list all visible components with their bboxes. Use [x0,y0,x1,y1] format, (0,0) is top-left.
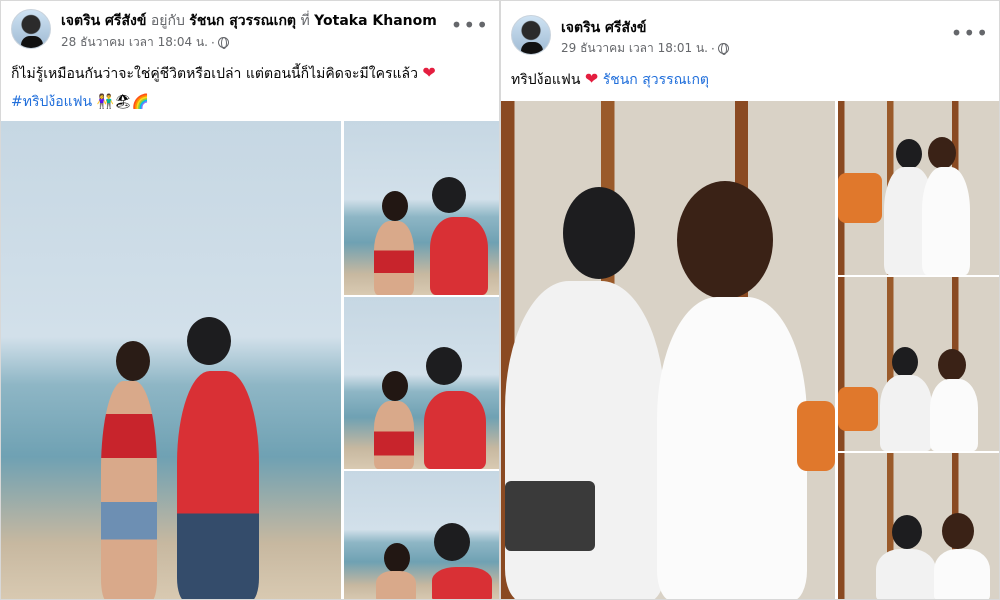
post-header: เจตริน ศรีสังข์ อยู่กับ รัชนก สุวรรณเกตุ… [1,1,499,57]
globe-icon [717,43,729,55]
photo-person-woman [374,401,414,469]
photo-person-woman [101,381,157,599]
photo-person-woman [930,379,978,451]
photo-person-woman [934,549,990,599]
photo-person-head [892,347,918,377]
photo-person-head [892,515,922,549]
photo-person-head [563,187,635,279]
dot-separator: · [711,41,715,56]
author-name[interactable]: เจตริน ศรีสังข์ [561,20,646,36]
photo-person-head [384,543,410,573]
photo-thumb-1[interactable] [838,101,999,275]
photo-person-head [187,317,231,365]
photo-thumb-1[interactable] [344,121,499,295]
photo-thumb-2[interactable] [344,297,499,469]
photo-person-head [432,177,466,213]
post-left: เจตริน ศรีสังข์ อยู่กับ รัชนก สุวรรณเกตุ… [0,0,500,600]
author-line: เจตริน ศรีสังข์ อยู่กับ รัชนก สุวรรณเกตุ… [61,10,437,32]
photo-thumb-2[interactable] [838,277,999,451]
photo-cushion [838,173,882,223]
photo-person-head [382,371,408,401]
more-options-icon[interactable]: ••• [451,13,489,37]
avatar[interactable] [11,9,51,49]
avatar[interactable] [511,15,551,55]
with-text: อยู่กับ [150,13,185,29]
photo-cushion [797,401,835,471]
photo-person-man [876,549,936,599]
photo-cushion [838,387,878,431]
dot-separator: · [211,35,215,50]
tagged-name[interactable]: รัชนก สุวรรณเกตุ [603,72,709,88]
photo-thumb-3[interactable] [344,471,499,599]
post-meta: 29 ธันวาคม เวลา 18:01 น. · [561,39,729,58]
photo-person-woman [376,571,416,599]
caption-text: ทริปง้อแฟน [511,72,581,88]
photo-person-head [382,191,408,221]
photo-person-man [432,567,492,599]
caption: ก็ไม่รู้เหมือนกันว่าจะใช่คู่ชีวิตหรือเปล… [11,63,436,85]
emoji-group: 👫🏖🌈 [96,94,150,110]
author-name[interactable]: เจตริน ศรีสังข์ [61,13,146,29]
more-options-icon[interactable]: ••• [951,21,989,45]
hashtag-link[interactable]: #ทริปง้อแฟน [11,94,92,110]
photo-person-man [177,371,259,599]
photo-person-head [942,513,974,549]
hashtag-line: #ทริปง้อแฟน 👫🏖🌈 [11,91,149,113]
heart-icon: ❤ [422,63,436,82]
photo-person-woman [922,167,970,275]
tagged-name[interactable]: รัชนก สุวรรณเกตุ [189,13,296,29]
author-line: เจตริน ศรีสังข์ [561,17,646,39]
caption: ทริปง้อแฟน ❤ รัชนก สุวรรณเกตุ [511,69,709,91]
post-date[interactable]: 29 ธันวาคม เวลา 18:01 น. [561,39,708,58]
photo-person-head [938,349,966,381]
location-name[interactable]: Yotaka Khanom [314,13,437,29]
globe-icon [217,37,229,49]
post-meta: 28 ธันวาคม เวลา 18:04 น. · [61,33,229,52]
photo-person-man [880,375,932,451]
post-header: เจตริน ศรีสังข์ 29 ธันวาคม เวลา 18:01 น.… [501,1,999,57]
photo-person-head [677,181,773,299]
photo-thumb-3[interactable] [838,453,999,599]
photo-person-woman [374,221,414,295]
photo-person-woman [657,297,807,599]
photo-person-head [928,137,956,169]
post-right: เจตริน ศรีสังข์ 29 ธันวาคม เวลา 18:01 น.… [500,0,1000,600]
photo-person-man [424,391,486,469]
at-text: ที่ [300,13,310,29]
photo-person-man [430,217,488,295]
photo-person-man [505,281,665,599]
photo-person-head [896,139,922,169]
photo-person-head [434,523,470,561]
photo-person-head [116,341,150,381]
caption-text: ก็ไม่รู้เหมือนกันว่าจะใช่คู่ชีวิตหรือเปล… [11,66,418,82]
post-date[interactable]: 28 ธันวาคม เวลา 18:04 น. [61,33,208,52]
heart-icon: ❤ [584,69,599,88]
photo-main[interactable] [501,101,835,599]
photo-main[interactable] [1,121,341,599]
photo-bag [505,481,595,551]
photo-person-head [426,347,462,385]
